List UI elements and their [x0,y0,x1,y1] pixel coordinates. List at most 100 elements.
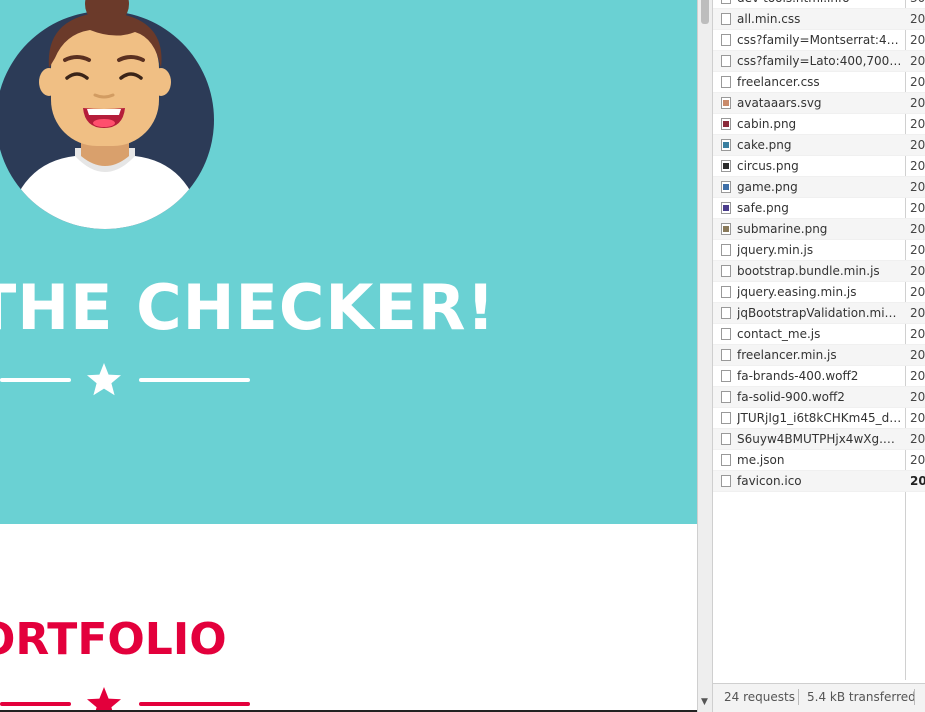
document-icon [721,391,731,403]
request-status: 20 [910,75,925,89]
request-row[interactable]: submarine.png 20 [713,219,925,240]
document-icon [721,475,731,487]
document-icon [721,34,731,46]
divider-line-left [0,378,71,382]
request-row[interactable]: favicon.ico 20 [713,471,925,492]
request-status: 20 [910,180,925,194]
document-icon [721,349,731,361]
request-file-name: freelancer.min.js [737,348,837,362]
document-icon [721,307,731,319]
masthead-divider [0,360,260,400]
request-file-name: fa-brands-400.woff2 [737,369,859,383]
request-file-name: circus.png [737,159,799,173]
request-status: 20 [910,411,925,425]
scrollbar-thumb[interactable] [701,0,709,24]
request-row[interactable]: JTURjIg1_i6t8kCHKm45_dJ... 20 [713,408,925,429]
request-row[interactable]: jqBootstrapValidation.min.js 20 [713,303,925,324]
request-status: 20 [910,159,925,173]
request-file-name: all.min.css [737,12,801,26]
document-icon [721,76,731,88]
status-separator [798,689,799,705]
request-file-name: jqBootstrapValidation.min.js [737,306,903,320]
request-file-name: dev-tools.html.info [737,0,903,6]
request-list: dev-tools.html.info30all.min.css20css?fa… [713,0,925,492]
request-status: 20 [910,348,925,362]
request-row[interactable]: jquery.min.js 20 [713,240,925,261]
page-viewport: THE CHECKER! ORTFOLIO [0,0,697,712]
request-file-name: css?family=Montserrat:400,... [737,33,903,47]
request-row[interactable]: jquery.easing.min.js 20 [713,282,925,303]
request-status: 20 [910,390,925,404]
request-file-name: me.json [737,453,785,467]
document-icon [721,0,731,4]
masthead: THE CHECKER! [0,0,697,524]
request-file-name: fa-solid-900.woff2 [737,390,845,404]
request-row[interactable]: circus.png 20 [713,156,925,177]
request-row[interactable]: all.min.css 20 [713,9,925,30]
request-row[interactable]: fa-solid-900.woff2 20 [713,387,925,408]
document-icon [721,55,731,67]
page-scrollbar[interactable]: ▼ [697,0,713,712]
request-status: 20 [910,453,925,467]
request-row[interactable]: bootstrap.bundle.min.js 20 [713,261,925,282]
image-thumbnail-icon [721,118,731,130]
status-separator [914,689,915,705]
request-row[interactable]: S6uyw4BMUTPHjx4wXg.wo... 20 [713,429,925,450]
request-status: 20 [910,306,925,320]
request-row[interactable]: cabin.png 20 [713,114,925,135]
request-row[interactable]: safe.png 20 [713,198,925,219]
request-status: 20 [910,33,925,47]
request-status: 20 [910,264,925,278]
request-status: 20 [910,369,925,383]
network-status-bar: 24 requests 5.4 kB transferred [713,683,925,712]
scroll-down-arrow-icon[interactable]: ▼ [701,697,708,707]
request-row[interactable]: css?family=Montserrat:400,... 20 [713,30,925,51]
request-file-name: game.png [737,180,798,194]
request-status: 20 [910,285,925,299]
request-file-name: S6uyw4BMUTPHjx4wXg.wo... [737,432,903,446]
request-status: 20 [910,201,925,215]
request-row[interactable]: game.png 20 [713,177,925,198]
request-file-name: cabin.png [737,117,797,131]
request-file-name: JTURjIg1_i6t8kCHKm45_dJ... [737,411,903,425]
request-row[interactable]: freelancer.min.js 20 [713,345,925,366]
request-row[interactable]: fa-brands-400.woff2 20 [713,366,925,387]
request-status: 20 [910,474,925,488]
request-status: 20 [910,243,925,257]
request-file-name: safe.png [737,201,789,215]
request-status: 20 [910,54,925,68]
divider-line-right [139,378,250,382]
star-icon [87,363,121,396]
document-icon [721,244,731,256]
document-icon [721,13,731,25]
request-status: 20 [910,96,925,110]
document-icon [721,328,731,340]
request-status: 20 [910,327,925,341]
request-file-name: css?family=Lato:400,700,40... [737,54,903,68]
request-file-name: avataaars.svg [737,96,822,110]
request-row[interactable]: dev-tools.html.info 30 [713,0,925,9]
request-file-name: cake.png [737,138,792,152]
image-thumbnail-icon [721,223,731,235]
request-file-name: favicon.ico [737,474,802,488]
request-status: 20 [910,138,925,152]
image-thumbnail-icon [721,181,731,193]
document-icon [721,412,731,424]
request-row[interactable]: me.json 20 [713,450,925,471]
image-thumbnail-icon [721,160,731,172]
document-icon [721,433,731,445]
request-status: 30 [910,0,925,6]
request-status: 20 [910,117,925,131]
request-row[interactable]: css?family=Lato:400,700,40... 20 [713,51,925,72]
request-row[interactable]: contact_me.js 20 [713,324,925,345]
request-row[interactable]: freelancer.css 20 [713,72,925,93]
request-row[interactable]: avataaars.svg 20 [713,93,925,114]
document-icon [721,265,731,277]
request-status: 20 [910,432,925,446]
image-thumbnail-icon [721,202,731,214]
portfolio-divider [0,684,260,712]
request-file-name: submarine.png [737,222,828,236]
masthead-heading: THE CHECKER! [0,271,496,344]
request-row[interactable]: cake.png 20 [713,135,925,156]
request-file-name: jquery.min.js [737,243,814,257]
